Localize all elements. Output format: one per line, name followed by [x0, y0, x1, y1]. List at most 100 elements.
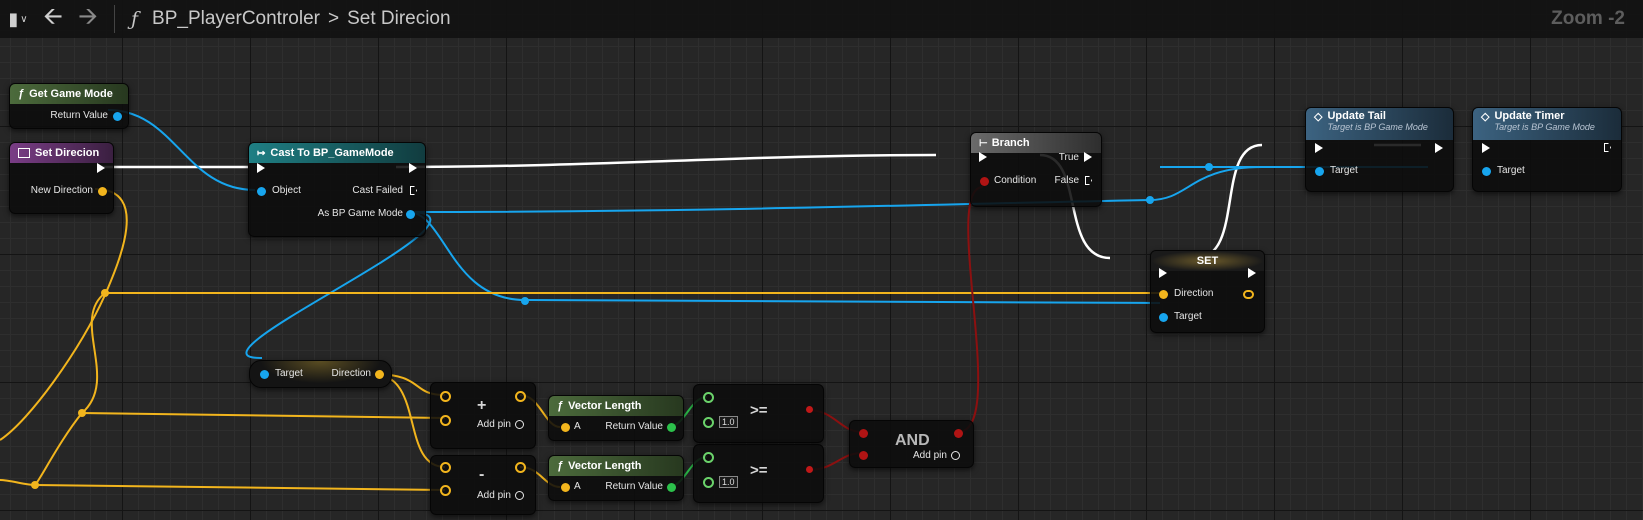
node-vector-subtract[interactable]: - Add pin [430, 455, 536, 515]
exec-out-pin[interactable] [1435, 143, 1443, 153]
add-pin-button[interactable]: Add pin [477, 490, 524, 501]
input-pin-condition[interactable] [980, 177, 989, 186]
output-pin-result[interactable] [954, 429, 963, 438]
output-pin-as-bp-game-mode[interactable] [406, 210, 415, 219]
node-set-direction[interactable]: SET Direction Target [1150, 250, 1265, 333]
input-pin-direction[interactable] [1159, 290, 1168, 299]
node-get-game-mode[interactable]: ƒ Get Game Mode Return Value [9, 83, 129, 129]
reroute-node[interactable] [31, 481, 39, 489]
add-pin-label: Add pin [477, 419, 511, 430]
exec-in-pin[interactable] [257, 163, 265, 173]
input-pin-target[interactable] [260, 370, 269, 379]
output-pin-result[interactable] [515, 391, 526, 402]
function-entry-icon [18, 148, 30, 158]
node-vector-length-1[interactable]: ƒ Vector Length A Return Value [548, 395, 684, 441]
greater-equal-symbol: >= [750, 402, 768, 419]
node-vector-add[interactable]: + Add pin [430, 382, 536, 449]
node-header: ƒ Vector Length [549, 456, 683, 476]
input-pin-target[interactable] [1315, 167, 1324, 176]
exec-out-pin-false[interactable] [1085, 176, 1092, 185]
vector-wire[interactable] [0, 188, 128, 441]
object-wire[interactable] [407, 211, 1161, 304]
pin-label: Return Value [50, 110, 108, 121]
node-set-direcion-entry[interactable]: Set Direcion New Direction [9, 142, 114, 214]
node-vector-length-2[interactable]: ƒ Vector Length A Return Value [548, 455, 684, 501]
output-pin-direction[interactable] [1243, 290, 1254, 299]
input-pin-a[interactable] [561, 483, 570, 492]
reroute-node[interactable] [1146, 196, 1154, 204]
pin-label: Target [1330, 165, 1358, 176]
node-header: ◇ Update Timer Target is BP Game Mode [1473, 108, 1621, 140]
node-greater-equal-2[interactable]: 1.0 >= [693, 444, 824, 503]
object-wire[interactable] [107, 109, 256, 191]
exec-out-pin[interactable] [409, 163, 417, 173]
node-greater-equal-1[interactable]: 1.0 >= [693, 384, 824, 443]
output-pin-result[interactable] [806, 466, 813, 473]
vector-wire[interactable] [34, 292, 106, 486]
node-get-direction[interactable]: Target Direction [249, 360, 392, 388]
node-branch[interactable]: ⊢ Branch True Condition False [970, 132, 1102, 207]
value-input-b[interactable]: 1.0 [719, 416, 738, 428]
input-pin-b[interactable] [440, 485, 451, 496]
exec-wire[interactable] [1195, 143, 1263, 260]
input-pin-a[interactable] [561, 423, 570, 432]
node-and-boolean[interactable]: AND Add pin [849, 420, 974, 468]
node-update-timer[interactable]: ◇ Update Timer Target is BP Game Mode Ta… [1472, 107, 1622, 192]
output-pin-direction[interactable] [375, 370, 384, 379]
input-pin-b[interactable] [703, 417, 714, 428]
input-pin-target[interactable] [1159, 313, 1168, 322]
pin-label: Return Value [605, 481, 663, 492]
input-pin-b[interactable] [703, 477, 714, 488]
exec-wire[interactable] [395, 153, 937, 169]
output-pin-new-direction[interactable] [98, 187, 107, 196]
bool-wire[interactable] [957, 186, 984, 433]
input-pin-target[interactable] [1482, 167, 1491, 176]
input-pin-a[interactable] [440, 391, 451, 402]
input-pin-a[interactable] [859, 429, 868, 438]
subtract-symbol: - [479, 466, 485, 483]
pin-label: Target [275, 368, 303, 379]
value-input-b[interactable]: 1.0 [719, 476, 738, 488]
output-pin-return-value[interactable] [667, 483, 676, 492]
exec-out-pin-true[interactable] [1084, 152, 1092, 162]
node-update-tail[interactable]: ◇ Update Tail Target is BP Game Mode Tar… [1305, 107, 1454, 192]
node-subtitle: Target is BP Game Mode [1494, 122, 1595, 132]
output-pin-return-value[interactable] [667, 423, 676, 432]
object-wire[interactable] [407, 166, 1263, 213]
add-pin-button[interactable]: Add pin [913, 450, 960, 461]
reroute-node[interactable] [101, 289, 109, 297]
reroute-node[interactable] [78, 409, 86, 417]
exec-in-pin[interactable] [1315, 143, 1323, 153]
add-pin-label: Add pin [913, 450, 947, 461]
reroute-node[interactable] [1205, 163, 1213, 171]
pin-label: Cast Failed [352, 185, 403, 196]
pin-label: Condition [994, 175, 1037, 186]
node-header: Set Direcion [10, 143, 113, 163]
pin-label: Object [272, 185, 301, 196]
exec-in-pin[interactable] [979, 152, 987, 162]
reroute-node[interactable] [521, 297, 529, 305]
exec-out-pin-cast-failed[interactable] [410, 186, 417, 195]
exec-out-pin[interactable] [97, 163, 105, 173]
node-cast-to-bp-gamemode[interactable]: ↦ Cast To BP_GameMode Object Cast Failed… [248, 142, 426, 237]
vector-wire[interactable] [81, 412, 446, 419]
input-pin-b[interactable] [440, 415, 451, 426]
vector-wire[interactable] [0, 479, 446, 491]
pin-label: New Direction [30, 185, 93, 196]
output-pin-return-value[interactable] [113, 112, 122, 121]
input-pin-a[interactable] [703, 392, 714, 403]
exec-in-pin[interactable] [1159, 268, 1167, 278]
input-pin-b[interactable] [859, 451, 868, 460]
input-pin-a[interactable] [703, 452, 714, 463]
output-pin-result[interactable] [806, 406, 813, 413]
pin-label: A [574, 481, 581, 492]
exec-out-pin[interactable] [1248, 268, 1256, 278]
plus-circle-icon [950, 450, 960, 460]
add-pin-button[interactable]: Add pin [477, 419, 524, 430]
exec-in-pin[interactable] [1482, 143, 1490, 153]
input-pin-object[interactable] [257, 187, 266, 196]
output-pin-result[interactable] [515, 462, 526, 473]
exec-out-pin[interactable] [1604, 143, 1611, 152]
branch-icon: ⊢ [979, 137, 988, 149]
input-pin-a[interactable] [440, 462, 451, 473]
